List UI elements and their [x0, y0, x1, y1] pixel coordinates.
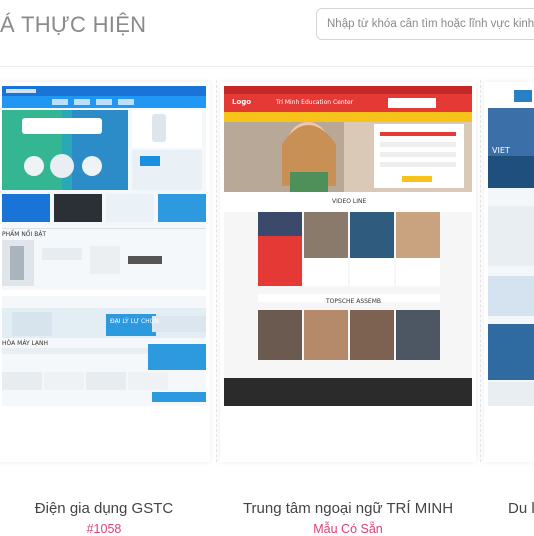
divider [0, 66, 534, 67]
divider [216, 80, 218, 462]
template-card-du-lich[interactable]: VIET Du lị [484, 82, 534, 517]
template-code: Mẫu Có Sẵn [313, 522, 383, 536]
template-card-tri-minh[interactable]: Logo Trí Minh Education Center VIDEO LIN… [220, 82, 476, 536]
template-thumbnail[interactable]: Logo Trí Minh Education Center VIDEO LIN… [224, 86, 472, 406]
template-name[interactable]: Trung tâm ngoại ngữ TRÍ MINH [220, 500, 476, 517]
thumb-text: ĐẠI LÝ LỰ CHỌN [110, 318, 159, 325]
thumb-text: VIET [492, 146, 510, 155]
template-thumbnail[interactable]: PHẨM NỔI BẬT HÒA MÁY LẠNH ĐẠI LÝ LỰ CHỌN [2, 86, 206, 406]
template-card-gstc[interactable]: PHẨM NỔI BẬT HÒA MÁY LẠNH ĐẠI LÝ LỰ CHỌN… [0, 82, 210, 536]
thumb-text: Trí Minh Education Center [276, 99, 354, 106]
thumb-text: PHẨM NỔI BẬT [2, 231, 47, 238]
thumb-text: TOPSCHE ASSEMB [326, 298, 382, 305]
template-name[interactable]: Du lị [508, 500, 534, 517]
thumb-text: VIDEO LINE [332, 198, 367, 205]
search-input[interactable] [316, 8, 534, 40]
section-title: Á THỰC HIỆN [0, 12, 147, 37]
divider [480, 80, 482, 462]
template-code: #1058 [86, 522, 122, 536]
template-name[interactable]: Điện gia dụng GSTC [0, 500, 210, 517]
template-thumbnail[interactable]: VIET [488, 86, 534, 406]
thumb-text: HÒA MÁY LẠNH [2, 340, 48, 347]
thumb-logo-text: Logo [232, 98, 252, 106]
